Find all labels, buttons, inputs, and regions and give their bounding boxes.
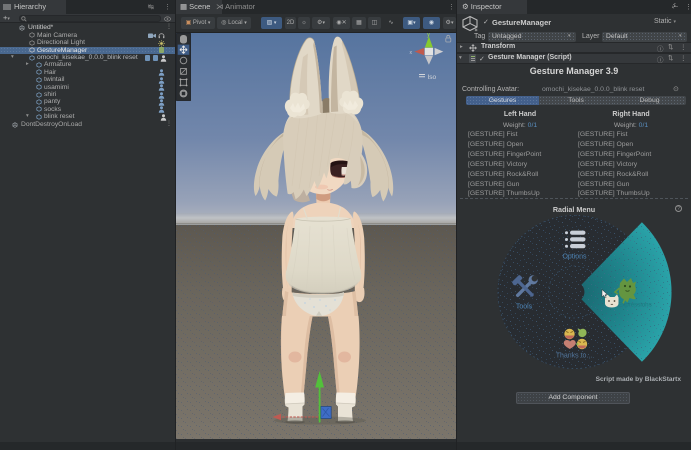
svg-text:Options: Options	[562, 254, 587, 261]
svg-text:Thanks to...: Thanks to...	[556, 353, 593, 360]
svg-text:Iso: Iso	[428, 74, 437, 81]
svg-text:y: y	[427, 33, 430, 38]
svg-text:Tools: Tools	[516, 304, 533, 311]
svg-text:Expressions: Expressions	[618, 302, 652, 309]
